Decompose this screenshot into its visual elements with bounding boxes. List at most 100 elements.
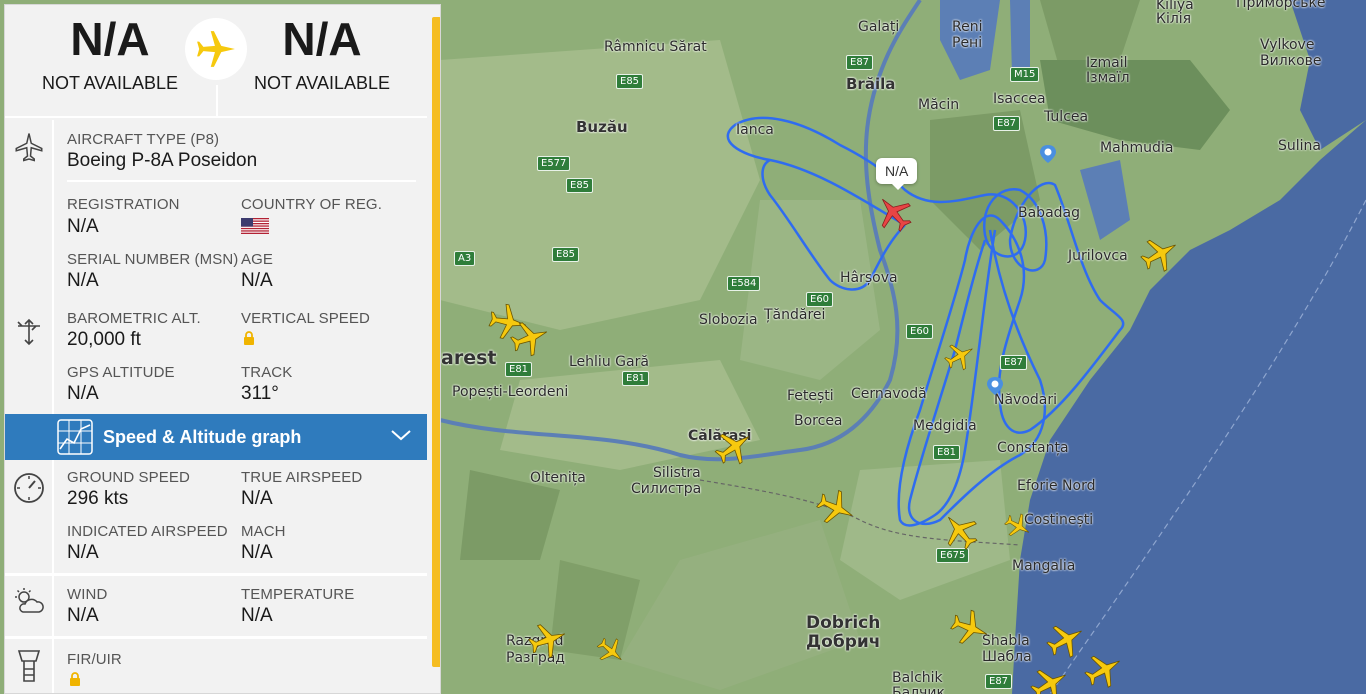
map-label-ianca: Ianca — [736, 122, 774, 138]
gps-alt-label: GPS ALTITUDE — [67, 364, 175, 381]
weather-icon — [14, 588, 44, 613]
speedometer-icon — [13, 473, 44, 503]
fir-side — [5, 639, 54, 693]
map-label-constanta: Constanța — [997, 440, 1069, 456]
tas-label: TRUE AIRSPEED — [241, 469, 363, 486]
graph-icon — [57, 419, 93, 455]
destination-name: NOT AVAILABLE — [253, 73, 391, 93]
map-label-vylkove-cyr: Вилкове — [1260, 53, 1322, 69]
mach-value: N/A — [241, 542, 273, 563]
map-label-bucharest: arest — [441, 347, 497, 369]
track-label: TRACK — [241, 364, 293, 381]
road-shield: A3 — [454, 251, 476, 266]
map-label-borcea: Borcea — [794, 413, 843, 429]
country-label: COUNTRY OF REG. — [241, 196, 382, 213]
panel-scrollbar[interactable] — [432, 17, 440, 667]
speed-section: GROUND SPEED 296 kts TRUE AIRSPEED N/A I… — [5, 460, 427, 573]
selected-flight-tooltip[interactable]: N/A — [876, 158, 918, 190]
map-label-dobrich: Dobrich — [806, 613, 881, 633]
route-origin[interactable]: N/A NOT AVAILABLE — [5, 5, 215, 94]
aircraft-type-label-text: AIRCRAFT TYPE — [67, 131, 187, 148]
fir-section: FIR/UIR — [5, 639, 427, 693]
map-label-reni-cyr: Рені — [952, 35, 983, 51]
map-label-babadag: Babadag — [1018, 205, 1081, 221]
map-label-lehliu: Lehliu Gară — [569, 354, 649, 370]
map-label-reni: Reni — [952, 19, 983, 35]
altitude-icon — [16, 318, 40, 346]
map-label-dobrich-cyr: Добрич — [806, 632, 881, 652]
mach-label: MACH — [241, 523, 286, 540]
track-value: 311° — [241, 383, 279, 404]
serial-value: N/A — [67, 270, 99, 291]
temperature-value: N/A — [241, 605, 273, 626]
map-label-shabla-cyr: Шабла — [982, 649, 1032, 665]
airport-pin-icon[interactable] — [987, 377, 1003, 395]
map-label-balchik: Balchik — [892, 670, 943, 686]
map-label-tulcea: Tulcea — [1044, 109, 1089, 125]
graph-label: Speed & Altitude graph — [103, 427, 302, 447]
age-value: N/A — [241, 270, 273, 291]
map-label-medgidia: Medgidia — [913, 418, 977, 434]
road-shield: M15 — [1010, 67, 1040, 82]
road-shield: E87 — [985, 674, 1013, 689]
road-shield: E81 — [505, 362, 533, 377]
us-flag-icon — [241, 218, 269, 234]
temperature-label: TEMPERATURE — [241, 586, 355, 603]
map-label-jurilovca: Jurilovca — [1068, 248, 1128, 264]
control-tower-icon — [17, 650, 40, 682]
map-label-sulina: Sulina — [1278, 138, 1321, 154]
origin-name: NOT AVAILABLE — [41, 73, 179, 93]
origin-code: N/A — [70, 13, 150, 65]
map-label-buzau: Buzău — [576, 118, 628, 136]
speed-altitude-graph-toggle[interactable]: Speed & Altitude graph — [5, 414, 427, 460]
wind-value: N/A — [67, 605, 99, 626]
route-header: N/A NOT AVAILABLE N/A NOT AVAILABLE — [5, 5, 427, 118]
map-label-silistra-cyr: Силистра — [631, 481, 702, 497]
flight-info-panel: N/A NOT AVAILABLE N/A NOT AVAILABLE AIRC… — [4, 4, 441, 694]
map-label-navodari: Năvodari — [994, 392, 1058, 408]
road-shield: E85 — [616, 74, 644, 89]
destination-code: N/A — [282, 13, 362, 65]
baro-alt-label: BAROMETRIC ALT. — [67, 310, 201, 327]
map-label-macin: Măcin — [918, 97, 960, 113]
ias-label: INDICATED AIRSPEED — [67, 523, 228, 540]
map-label-kiliya-cyr: Кілія — [1156, 11, 1192, 27]
map-label-balchik-cyr: Балчик — [892, 685, 945, 694]
map-label-silistra: Silistra — [653, 465, 701, 481]
map-label-mangalia: Mangalia — [1012, 558, 1076, 574]
map-label-mahmudia: Mahmudia — [1100, 140, 1174, 156]
lock-icon[interactable] — [243, 331, 255, 345]
chevron-down-icon — [391, 430, 411, 441]
map-label-braila: Brăila — [846, 75, 896, 93]
map-label-harsova: Hârșova — [840, 270, 898, 286]
map-label-cernavoda: Cernavodă — [851, 386, 927, 402]
map-label-shabla: Shabla — [982, 633, 1030, 649]
map-label-vylkove: Vylkove — [1260, 37, 1315, 53]
aircraft-side — [5, 120, 54, 296]
vspeed-label: VERTICAL SPEED — [241, 310, 370, 327]
wind-label: WIND — [67, 586, 108, 603]
road-shield: E81 — [933, 445, 961, 460]
road-shield: E60 — [906, 324, 934, 339]
ias-value: N/A — [67, 542, 99, 563]
airport-pin-icon[interactable] — [1040, 145, 1056, 163]
aircraft-section: AIRCRAFT TYPE (P8) Boeing P-8A Poseidon … — [5, 120, 427, 296]
aircraft-type-name: Boeing P-8A Poseidon — [67, 150, 258, 171]
map-label-tandarei: Țăndărei — [764, 307, 826, 323]
fir-label: FIR/UIR — [67, 651, 122, 668]
road-shield: E85 — [552, 247, 580, 262]
weather-section: WIND N/A TEMPERATURE N/A — [5, 576, 427, 636]
route-destination[interactable]: N/A NOT AVAILABLE — [217, 5, 427, 94]
road-shield: E87 — [1000, 355, 1028, 370]
road-shield: E87 — [846, 55, 874, 70]
lock-icon[interactable] — [69, 672, 81, 686]
ground-speed-value: 296 kts — [67, 488, 129, 509]
map-label-izmail-cyr: Ізмаїл — [1086, 70, 1130, 86]
map-label-fetesti: Fetești — [787, 388, 834, 404]
road-shield: E85 — [566, 178, 594, 193]
map-label-eforie: Eforie Nord — [1017, 478, 1096, 494]
road-shield: E584 — [727, 276, 761, 291]
registration-label: REGISTRATION — [67, 196, 180, 213]
aircraft-icon — [15, 133, 42, 162]
road-shield: E60 — [806, 292, 834, 307]
